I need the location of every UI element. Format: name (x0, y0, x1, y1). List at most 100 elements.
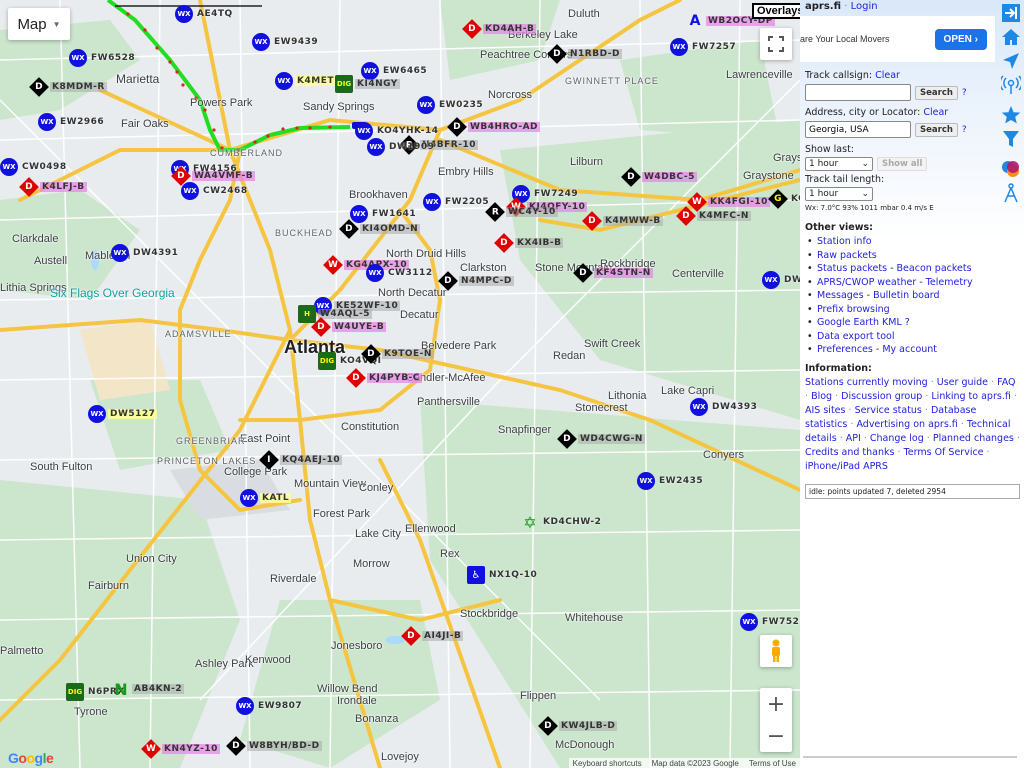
station-marker[interactable]: D W4UYE-B (311, 317, 387, 337)
station-marker[interactable]: D KW4JLB-D (538, 716, 618, 736)
station-callsign[interactable]: KK4FGI-10 (708, 197, 770, 207)
station-callsign[interactable]: DW5 (782, 275, 800, 285)
show-all-button[interactable]: Show all (877, 157, 928, 171)
other-views-link[interactable]: My account (882, 344, 937, 355)
information-link[interactable]: AIS sites (805, 405, 845, 416)
station-callsign[interactable]: AB4KN-2 (132, 684, 185, 694)
compass-tool-icon[interactable] (1000, 182, 1022, 204)
information-link[interactable]: iPhone/iPad APRS (805, 461, 888, 472)
information-link[interactable]: Planned changes (933, 433, 1014, 444)
station-marker[interactable]: WX FW7529 (740, 613, 800, 631)
station-marker[interactable]: D W4DBC-5 (621, 167, 697, 187)
station-marker[interactable]: WX FW2205 (423, 193, 491, 211)
station-callsign[interactable]: DW4391 (131, 248, 180, 258)
keyboard-shortcuts-link[interactable]: Keyboard shortcuts (573, 759, 642, 768)
station-callsign[interactable]: KI4NGY (355, 79, 400, 89)
station-marker[interactable]: WX DW5127 (88, 405, 158, 423)
track-tail-select[interactable]: 1 hour ⌄ (805, 187, 873, 201)
station-marker[interactable]: D AI4JI-B (401, 626, 464, 646)
station-marker[interactable]: WX CW0498 (0, 158, 69, 176)
information-link[interactable]: Stations currently moving (805, 377, 928, 388)
station-callsign[interactable]: EW0235 (437, 100, 485, 110)
station-marker[interactable]: D N4MPC-D (438, 271, 514, 291)
map-type-selector[interactable]: Map ▼ (8, 8, 70, 40)
terms-of-use-link[interactable]: Terms of Use (749, 759, 796, 768)
station-callsign[interactable]: CW2468 (201, 186, 250, 196)
station-callsign[interactable]: NX1Q-10 (487, 570, 539, 580)
other-views-link[interactable]: APRS/CWOP weather (817, 277, 916, 288)
station-callsign[interactable]: KW4JLB-D (559, 721, 618, 731)
station-marker[interactable]: WX CW2468 (181, 182, 250, 200)
station-marker[interactable]: D KJ4PYB-C (346, 368, 422, 388)
station-callsign[interactable]: KD4CHW-2 (541, 517, 603, 527)
information-link[interactable]: API (846, 433, 861, 444)
station-marker[interactable]: WX EW9807 (236, 697, 304, 715)
zoom-in-button[interactable]: + (760, 688, 792, 720)
station-callsign[interactable]: KATL (260, 493, 292, 503)
station-callsign[interactable]: FW2205 (443, 197, 491, 207)
station-callsign[interactable]: FW7257 (690, 42, 738, 52)
station-callsign[interactable]: KX4IB-B (515, 238, 564, 248)
station-callsign[interactable]: K4MFC-N (697, 211, 751, 221)
station-callsign[interactable]: KQ4AEJ-10 (280, 455, 343, 465)
other-views-link[interactable]: Data export tool (817, 331, 894, 342)
station-marker[interactable]: WX EW0235 (417, 96, 485, 114)
station-callsign[interactable]: KO- (789, 194, 800, 204)
station-marker[interactable]: D K9TOE-N (361, 344, 434, 364)
station-marker[interactable]: W KN4YZ-10 (141, 739, 220, 759)
station-callsign[interactable]: W4UYE-B (332, 322, 387, 332)
station-marker[interactable]: D K4LFJ-B (19, 177, 87, 197)
layers-icon[interactable] (1000, 158, 1022, 180)
other-views-link[interactable]: Beacon packets (897, 263, 972, 274)
other-views-link[interactable]: Prefix browsing (817, 304, 890, 315)
information-link[interactable]: Credits and thanks (805, 447, 894, 458)
station-callsign[interactable]: AI4JI-B (422, 631, 464, 641)
station-callsign[interactable]: KI4OMD-N (360, 224, 421, 234)
station-callsign[interactable]: N1RBD-D (568, 49, 622, 59)
address-help-link[interactable]: ? (962, 125, 967, 135)
zoom-out-button[interactable]: − (760, 720, 792, 752)
star-icon[interactable] (1000, 104, 1022, 126)
login-link[interactable]: Login (851, 1, 878, 12)
station-marker[interactable]: WX AE4TQ (175, 5, 235, 23)
station-marker[interactable]: D KF4STN-N (573, 263, 653, 283)
station-callsign[interactable]: EW2435 (657, 476, 705, 486)
station-marker[interactable]: WX EW9439 (252, 33, 320, 51)
station-callsign[interactable]: FW6528 (89, 53, 137, 63)
station-marker[interactable]: D N1RBD-D (547, 44, 622, 64)
other-views-link[interactable]: Station info (817, 236, 872, 247)
station-callsign[interactable]: W4DBC-5 (642, 172, 697, 182)
station-marker[interactable]: WX DW5 (762, 271, 800, 289)
station-callsign[interactable]: W8BYH/BD-D (247, 741, 322, 751)
station-marker[interactable]: WX EW2966 (38, 113, 106, 131)
information-link[interactable]: User guide (937, 377, 988, 388)
station-callsign[interactable]: EW2966 (58, 117, 106, 127)
address-search-button[interactable]: Search (915, 122, 958, 137)
other-views-link[interactable]: Bulletin board (873, 290, 940, 301)
station-marker[interactable]: WX FW7257 (670, 38, 738, 56)
station-marker[interactable]: I KQ4AEJ-10 (259, 450, 343, 470)
station-callsign[interactable]: N4MPC-D (459, 276, 514, 286)
information-link[interactable]: Change log (870, 433, 924, 444)
information-link[interactable]: Terms Of Service (904, 447, 984, 458)
station-marker[interactable]: WX DW1909 (367, 138, 436, 156)
map-canvas[interactable]: Marietta Powers Park Fair Oaks Sandy Spring… (0, 0, 800, 768)
station-marker[interactable]: D W8BYH/BD-D (226, 736, 322, 756)
fullscreen-button[interactable] (760, 28, 792, 60)
station-callsign[interactable]: KD4AH-B (483, 24, 537, 34)
station-callsign[interactable]: KJ4PYB-C (367, 373, 422, 383)
station-marker[interactable]: ♿ NX1Q-10 (467, 566, 539, 584)
track-callsign-clear-link[interactable]: Clear (875, 70, 900, 81)
station-marker[interactable]: D WD4CWG-N (557, 429, 645, 449)
station-callsign[interactable]: DW4393 (710, 402, 759, 412)
station-callsign[interactable]: WB4HRO-AD (468, 122, 541, 132)
station-callsign[interactable]: KN4YZ-10 (162, 744, 220, 754)
track-callsign-input[interactable] (805, 84, 911, 101)
station-callsign[interactable]: AE4TQ (195, 9, 235, 19)
station-marker[interactable]: ✡ KD4CHW-2 (521, 513, 603, 532)
other-views-link[interactable]: Google Earth KML ? (817, 317, 910, 328)
track-callsign-search-button[interactable]: Search (915, 85, 958, 100)
station-callsign[interactable]: K4LFJ-B (40, 182, 87, 192)
login-icon[interactable] (1000, 2, 1022, 24)
station-callsign[interactable]: CW0498 (20, 162, 69, 172)
